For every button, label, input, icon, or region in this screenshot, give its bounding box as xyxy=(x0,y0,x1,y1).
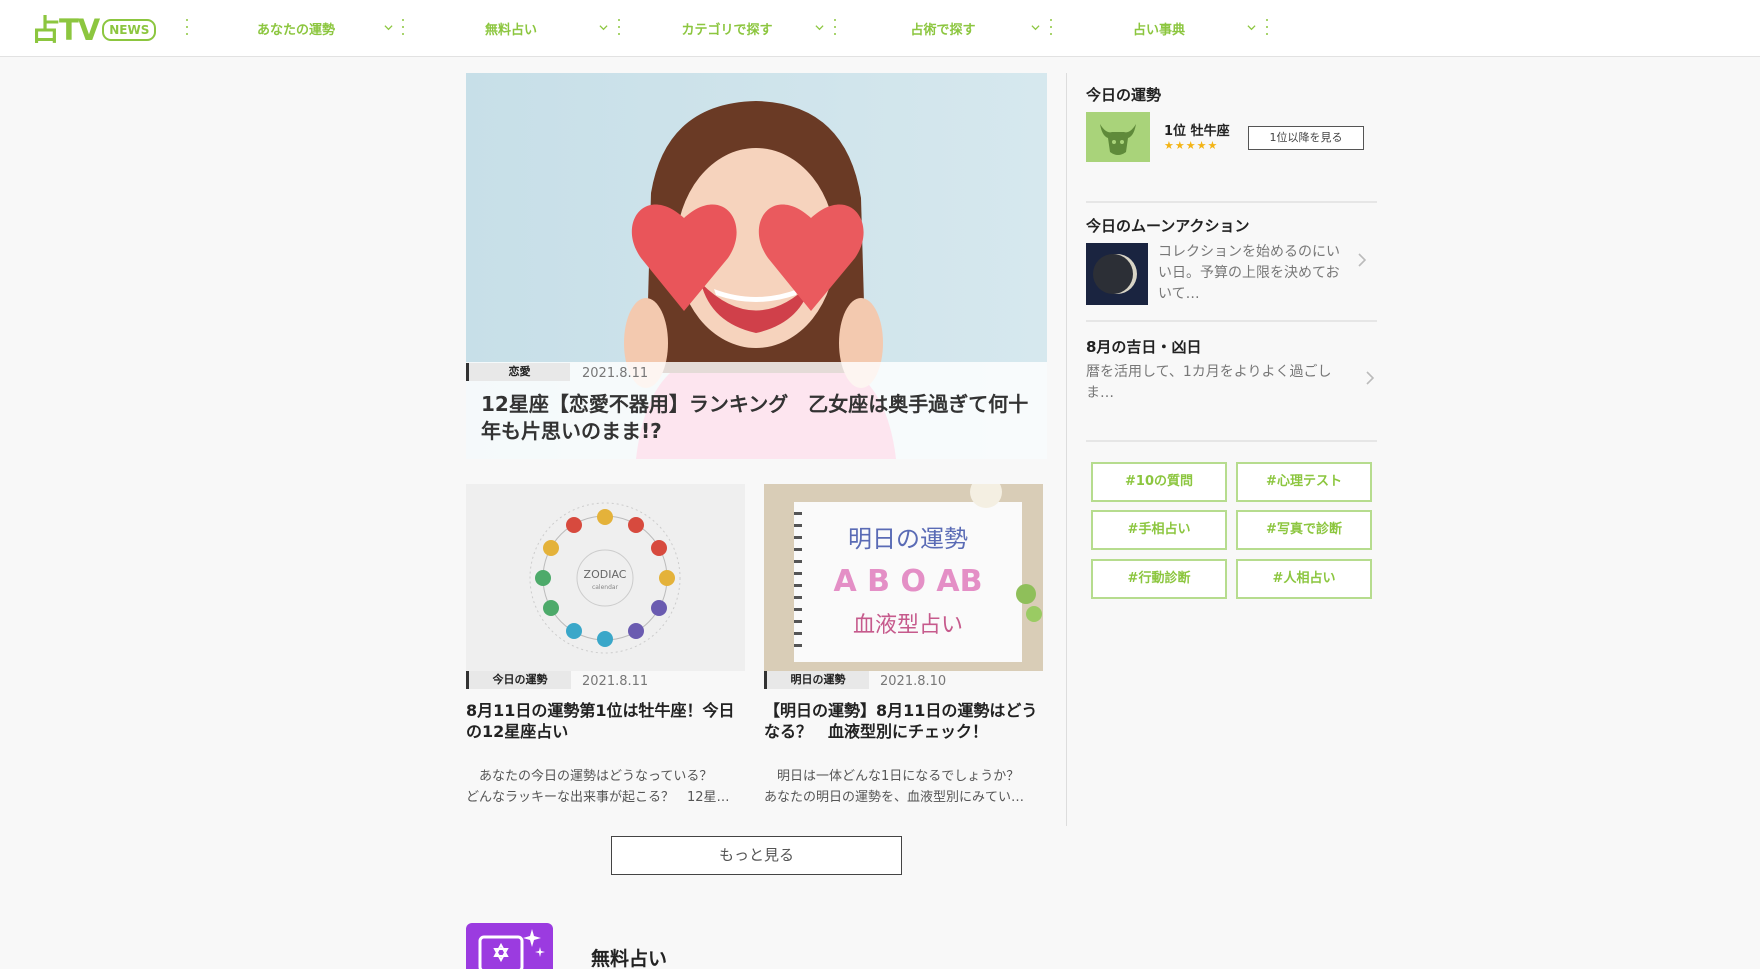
featured-article[interactable]: 恋愛 2021.8.11 12星座【恋愛不器用】ランキング 乙女座は奥手過ぎて何… xyxy=(466,73,1047,459)
taurus-icon xyxy=(1086,112,1150,162)
blood-type-notebook-image: 明日の運勢 A B O AB 血液型占い xyxy=(764,484,1043,671)
article-date: 2021.8.10 xyxy=(880,674,947,689)
nav-item-browse-method[interactable]: 占術で探す xyxy=(863,17,1053,39)
notebook-subtitle: 血液型占い xyxy=(853,613,963,638)
nav-label: 占い事典 xyxy=(1132,23,1185,38)
nav-label: 無料占い xyxy=(484,23,537,38)
nav-divider xyxy=(617,19,620,35)
logo-wordmark: 占TV xyxy=(31,13,100,47)
nav-divider xyxy=(401,19,404,35)
nav-item-browse-category[interactable]: カテゴリで探す xyxy=(647,17,837,39)
lucky-days-text[interactable]: 暦を活用して、1カ月をよりよく過ごしま… xyxy=(1086,362,1342,404)
lucky-days-heading: 8月の吉日・凶日 xyxy=(1086,338,1202,356)
nav-divider xyxy=(1049,19,1052,35)
site-header: 占TV NEWS あなたの運勢 無料占い カテゴリで探す 占術で探す 占い事典 xyxy=(0,0,1760,57)
moon-action-heading: 今日のムーンアクション xyxy=(1086,217,1250,235)
nav-item-dictionary[interactable]: 占い事典 xyxy=(1079,17,1269,39)
tag-button[interactable]: #写真で診断 xyxy=(1236,510,1372,550)
card-excerpt: あなたの今日の運勢はどうなっている？ どんなラッキーな出来事が起こる？ 12星… xyxy=(466,769,730,805)
category-badge[interactable]: 明日の運勢 xyxy=(764,671,869,689)
zodiac-text: ZODIAC xyxy=(584,568,627,581)
chevron-right-icon[interactable] xyxy=(1358,253,1366,267)
calendar-text: calendar xyxy=(592,584,619,591)
nav-label: 占術で探す xyxy=(910,23,976,38)
tag-button[interactable]: #行動診断 xyxy=(1091,559,1227,599)
card-thumbnail: ZODIAC calendar xyxy=(466,484,745,671)
section-divider xyxy=(1086,320,1377,322)
article-card[interactable]: 明日の運勢 A B O AB 血液型占い 明日の運勢 2021.8.10 【明日… xyxy=(764,484,1043,809)
free-fortune-heading: 無料占い xyxy=(591,948,668,969)
moon-thumbnail[interactable] xyxy=(1086,243,1148,305)
card-thumbnail: 明日の運勢 A B O AB 血液型占い xyxy=(764,484,1043,671)
today-fortune-heading: 今日の運勢 xyxy=(1086,86,1162,104)
free-fortune-section-icon xyxy=(466,923,553,969)
category-badge[interactable]: 今日の運勢 xyxy=(466,671,571,689)
top-rank-sign[interactable]: 1位 牡牛座 xyxy=(1164,120,1230,139)
card-title[interactable]: 【明日の運勢】8月11日の運勢はどうなる？ 血液型別にチェック！ xyxy=(764,700,1043,742)
taurus-thumbnail[interactable] xyxy=(1086,112,1150,162)
tag-button[interactable]: #心理テスト xyxy=(1236,462,1372,502)
nav-label: あなたの運勢 xyxy=(256,23,335,38)
view-rankings-button[interactable]: 1位以降を見る xyxy=(1248,126,1364,150)
section-divider xyxy=(1086,440,1377,442)
category-badge[interactable]: 恋愛 xyxy=(466,363,570,381)
blood-type-letters: A B O AB xyxy=(833,564,982,599)
chevron-down-icon xyxy=(1247,25,1256,31)
nav-divider xyxy=(185,19,188,35)
moon-icon xyxy=(1086,243,1148,305)
chevron-down-icon xyxy=(599,25,608,31)
chevron-right-icon[interactable] xyxy=(1366,371,1374,385)
article-date: 2021.8.11 xyxy=(582,366,649,381)
tag-button[interactable]: #手相占い xyxy=(1091,510,1227,550)
chevron-down-icon xyxy=(1031,25,1040,31)
news-badge: NEWS xyxy=(102,19,157,41)
load-more-button[interactable]: もっと見る xyxy=(611,836,902,875)
section-divider xyxy=(1086,201,1377,203)
zodiac-wheel-image: ZODIAC calendar xyxy=(466,484,745,671)
nav-item-free-fortune[interactable]: 無料占い xyxy=(431,17,621,39)
tag-button[interactable]: #人相占い xyxy=(1236,559,1372,599)
chevron-down-icon xyxy=(815,25,824,31)
sidebar-divider xyxy=(1066,73,1067,826)
featured-title[interactable]: 12星座【恋愛不器用】ランキング 乙女座は奥手過ぎて何十年も片思いのまま!? xyxy=(481,391,1036,445)
card-title[interactable]: 8月11日の運勢第1位は牡牛座！今日の12星座占い xyxy=(466,700,745,742)
nav-label: カテゴリで探す xyxy=(681,23,773,38)
article-card[interactable]: ZODIAC calendar 今日の運勢 2021.8.11 8月11日の運勢… xyxy=(466,484,745,809)
chevron-down-icon xyxy=(384,25,393,31)
star-rating: ★★★★★ xyxy=(1164,139,1219,152)
nav-divider xyxy=(1265,19,1268,35)
fortune-card-icon xyxy=(478,929,545,969)
article-date: 2021.8.11 xyxy=(582,674,649,689)
tag-button[interactable]: #10の質問 xyxy=(1091,462,1227,502)
nav-item-your-fortune[interactable]: あなたの運勢 xyxy=(216,17,406,39)
site-logo[interactable]: 占TV NEWS xyxy=(31,13,157,47)
moon-action-text[interactable]: コレクションを始めるのにいい日。予算の上限を決めておいて… xyxy=(1158,242,1348,305)
nav-divider xyxy=(833,19,836,35)
card-excerpt: 明日は一体どんな1日になるでしょうか？ あなたの明日の運勢を、血液型別にみてい… xyxy=(764,769,1025,805)
notebook-title: 明日の運勢 xyxy=(848,525,968,553)
